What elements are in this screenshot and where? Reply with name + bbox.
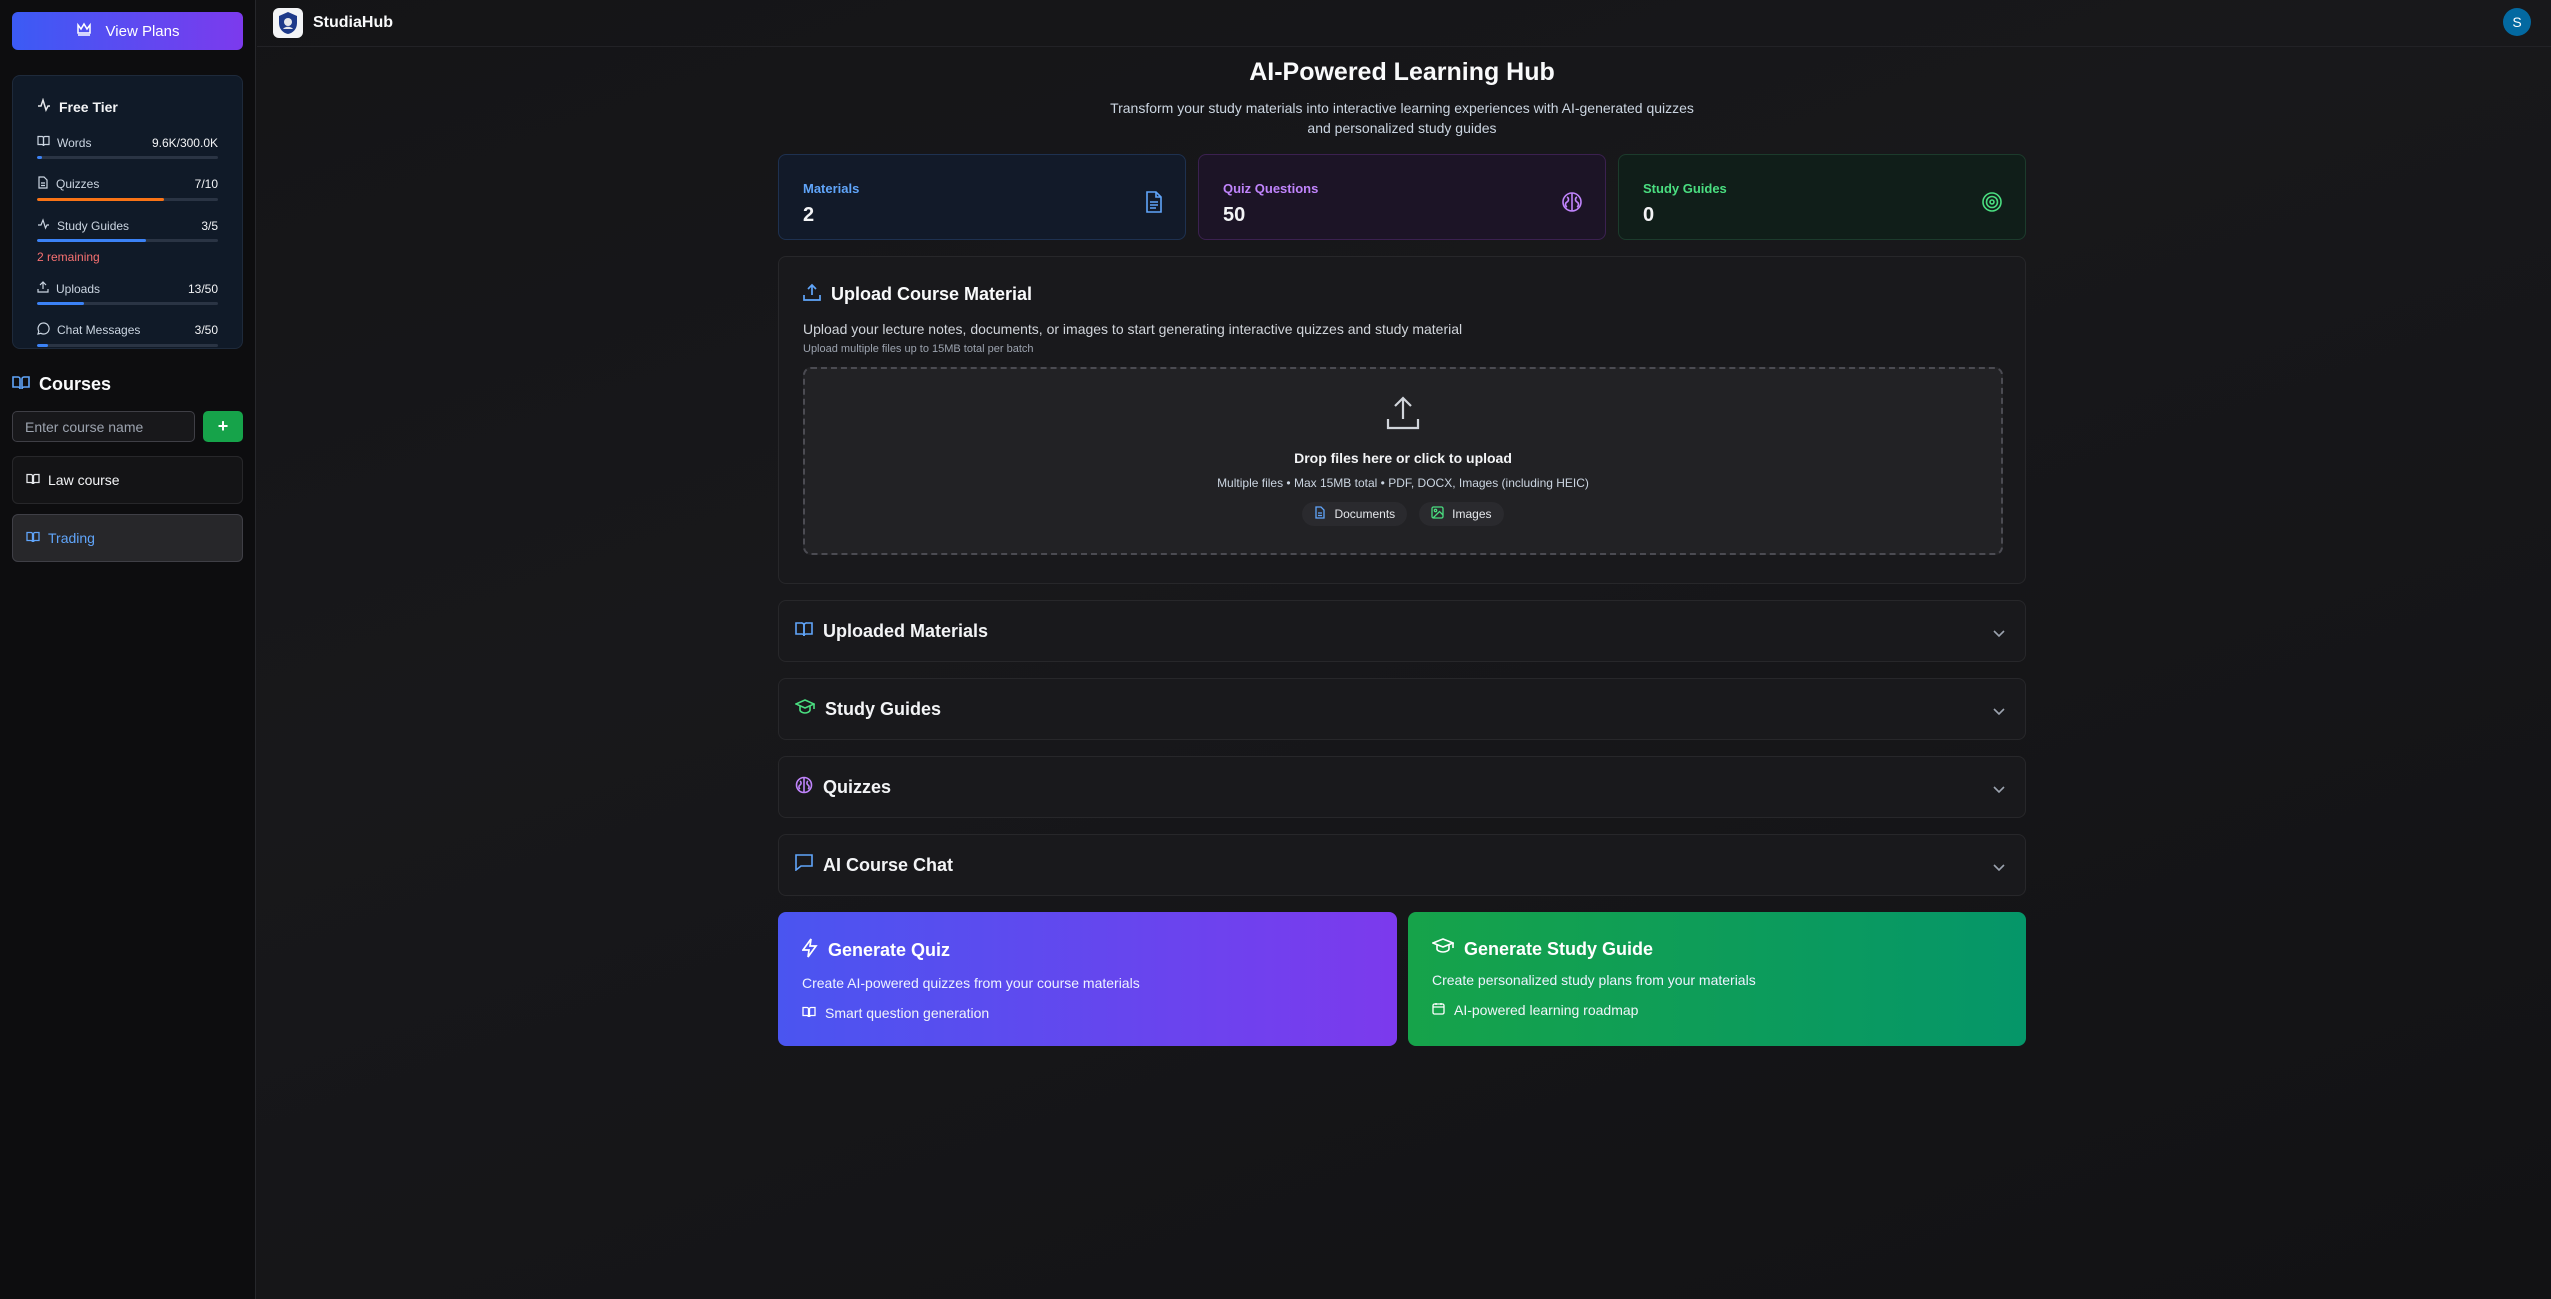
image-icon (1431, 506, 1444, 522)
chip-images: Images (1419, 502, 1504, 526)
generate-quiz-description: Create AI-powered quizzes from your cour… (802, 975, 1140, 991)
usage-words: Words 9.6K/300.0K (37, 135, 218, 159)
calendar-icon (1432, 1002, 1445, 1018)
chat-icon (37, 322, 50, 338)
course-item-law[interactable]: Law course (12, 456, 243, 504)
chevron-down-icon (1993, 781, 2005, 799)
brain-icon (795, 776, 813, 799)
section-uploaded-materials[interactable]: Uploaded Materials (778, 600, 2026, 662)
top-bar: StudiaHub S (257, 0, 2551, 47)
book-icon (26, 530, 40, 546)
document-icon (1145, 191, 1163, 218)
usage-bar (37, 198, 218, 201)
sidebar: View Plans Free Tier Words 9.6K/300.0K Q… (0, 0, 256, 1299)
file-type-chips: Documents Images (1302, 502, 1504, 526)
activity-icon (37, 218, 50, 233)
avatar[interactable]: S (2503, 8, 2531, 36)
usage-bar (37, 239, 218, 242)
generate-study-guide-feature: AI-powered learning roadmap (1454, 1002, 1639, 1018)
graduation-cap-icon (1430, 938, 1456, 960)
usage-chat: Chat Messages 3/50 (37, 322, 218, 347)
book-icon (12, 374, 30, 395)
document-icon (1314, 506, 1326, 522)
dropzone-title: Drop files here or click to upload (1294, 450, 1512, 466)
tier-title: Free Tier (37, 97, 218, 115)
stat-study-guides: Study Guides 0 (1618, 154, 2026, 240)
document-icon (37, 176, 49, 192)
generate-quiz-title: Generate Quiz (828, 940, 951, 960)
chat-icon (795, 854, 813, 876)
generate-study-guide-card[interactable]: Generate Study Guide Create personalized… (1408, 912, 2026, 1046)
view-plans-label: View Plans (105, 22, 180, 40)
section-ai-course-chat[interactable]: AI Course Chat (778, 834, 2026, 896)
page-title: AI-Powered Learning Hub (1249, 58, 1555, 86)
chevron-down-icon (1993, 703, 2005, 721)
generate-study-guide-title: Generate Study Guide (1464, 938, 1654, 959)
upload-icon (1385, 395, 1421, 436)
generate-quiz-feature: Smart question generation (825, 1005, 990, 1021)
course-item-trading[interactable]: Trading (12, 514, 243, 562)
course-add-row: + (12, 411, 243, 442)
book-icon (26, 472, 40, 488)
target-icon (1981, 191, 2003, 218)
view-plans-button[interactable]: View Plans (12, 12, 243, 50)
usage-bar (37, 344, 218, 347)
usage-bar (37, 302, 218, 305)
chip-documents: Documents (1302, 502, 1408, 526)
add-course-button[interactable]: + (203, 411, 243, 442)
crown-icon (76, 22, 92, 40)
page-subtitle: Transform your study materials into inte… (1110, 100, 1694, 136)
usage-uploads: Uploads 13/50 (37, 281, 218, 305)
stat-materials: Materials 2 (778, 154, 1186, 240)
upload-note: Upload multiple files up to 15MB total p… (803, 343, 1034, 355)
file-dropzone[interactable]: Drop files here or click to upload Multi… (803, 367, 2003, 555)
usage-study-guides: Study Guides 3/5 2 remaining (37, 218, 218, 264)
usage-bar (37, 156, 218, 159)
usage-card: Free Tier Words 9.6K/300.0K Quizzes 7/10… (12, 75, 243, 349)
app-logo[interactable] (273, 8, 303, 38)
generate-quiz-card[interactable]: Generate Quiz Create AI-powered quizzes … (778, 912, 1397, 1046)
remaining-note: 2 remaining (37, 250, 100, 264)
graduation-cap-icon (794, 698, 816, 720)
upload-icon (37, 281, 49, 296)
book-icon (37, 135, 50, 150)
courses-heading: Courses (12, 374, 243, 395)
chevron-down-icon (1993, 625, 2005, 643)
dropzone-subtitle: Multiple files • Max 15MB total • PDF, D… (1217, 476, 1589, 490)
upload-title: Upload Course Material (803, 283, 2001, 306)
lightning-icon (801, 938, 818, 963)
generate-study-guide-description: Create personalized study plans from you… (1432, 972, 1756, 988)
upload-icon (803, 283, 821, 306)
chevron-down-icon (1993, 859, 2005, 877)
upload-description: Upload your lecture notes, documents, or… (803, 321, 1463, 337)
upload-card: Upload Course Material Upload your lectu… (778, 256, 2026, 584)
stat-quiz-questions: Quiz Questions 50 (1198, 154, 1606, 240)
book-open-icon (795, 621, 813, 642)
section-quizzes[interactable]: Quizzes (778, 756, 2026, 818)
section-study-guides[interactable]: Study Guides (778, 678, 2026, 740)
book-icon (802, 1005, 816, 1021)
brain-icon (1561, 191, 1583, 218)
activity-icon (37, 97, 51, 115)
brand-name: StudiaHub (313, 14, 393, 31)
usage-quizzes: Quizzes 7/10 (37, 176, 218, 201)
course-name-input[interactable] (12, 411, 195, 442)
